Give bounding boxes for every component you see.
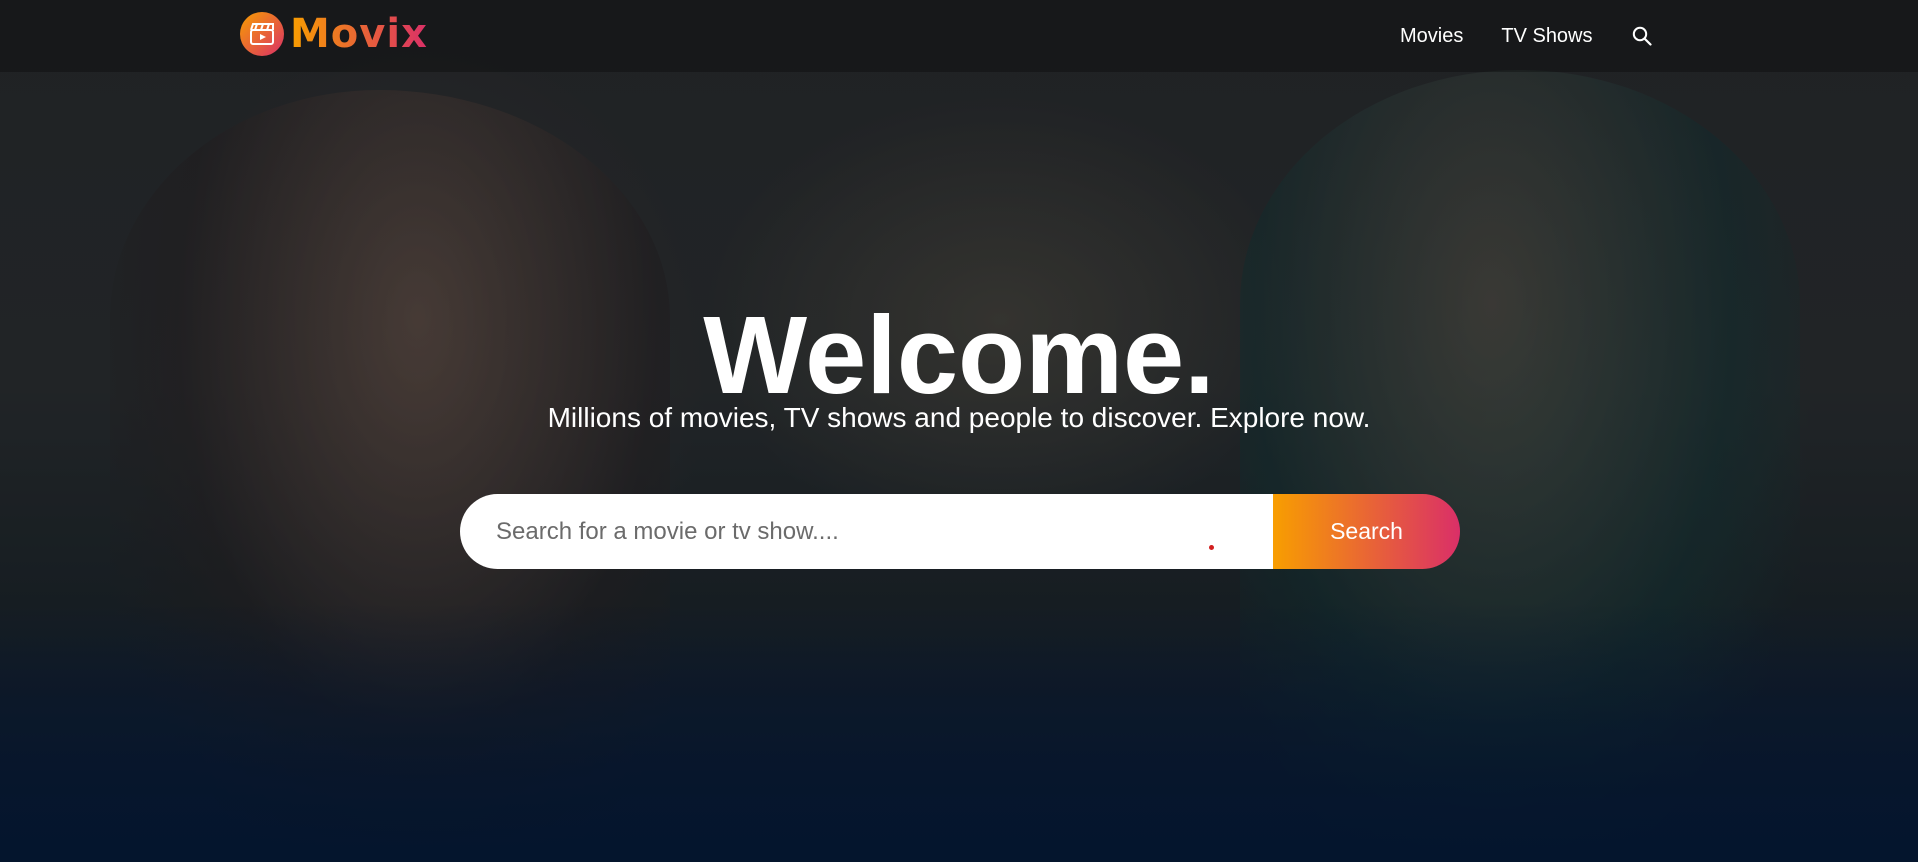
mouse-cursor [1209, 545, 1214, 550]
top-header: Movix Movies TV Shows [0, 0, 1918, 72]
logo[interactable]: Movix [240, 11, 428, 57]
search-button[interactable]: Search [1273, 494, 1460, 569]
nav-tv-shows[interactable]: TV Shows [1501, 25, 1592, 48]
search-input[interactable] [460, 494, 1273, 569]
logo-clapper-icon [240, 12, 284, 56]
main-nav: Movies TV Shows [1400, 0, 1653, 72]
logo-text: Movix [290, 11, 428, 57]
hero-content: Welcome. Millions of movies, TV shows an… [0, 290, 1918, 436]
hero-search-bar: Search [460, 494, 1460, 569]
backdrop-fade [0, 602, 1918, 862]
hero-subtitle: Millions of movies, TV shows and people … [547, 402, 1371, 433]
nav-movies[interactable]: Movies [1400, 25, 1463, 48]
search-icon[interactable] [1631, 25, 1653, 47]
